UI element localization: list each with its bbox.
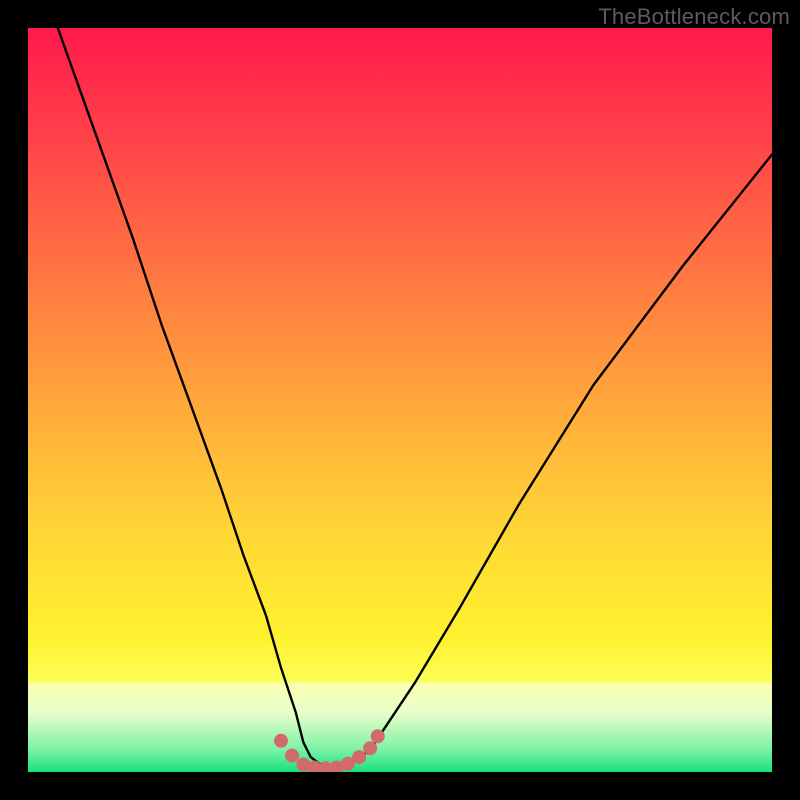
gradient-plot-area [28,28,772,772]
chart-root: TheBottleneck.com [0,0,800,800]
watermark-label: TheBottleneck.com [598,4,790,30]
